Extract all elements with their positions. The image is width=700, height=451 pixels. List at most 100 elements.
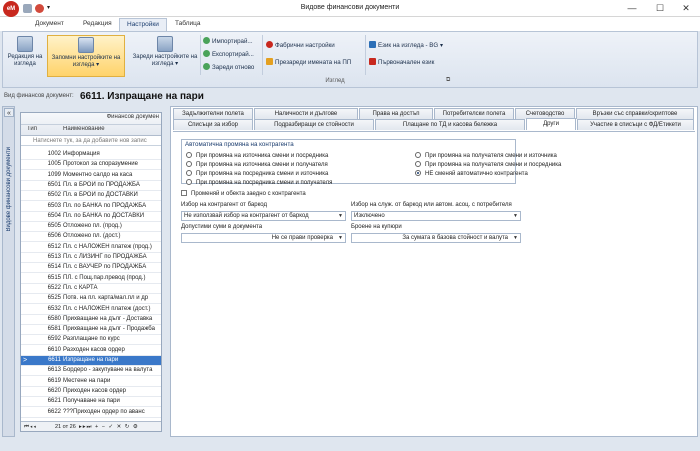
import-button[interactable]: Импортирай... [203,36,253,47]
chevron-down-icon[interactable]: ▼ [513,234,518,242]
edit-views-button[interactable]: Редакция на изгледа [6,35,44,77]
chevron-down-icon[interactable]: ▼ [338,234,343,242]
sums-select[interactable]: Не се прави проверка ▼ [181,233,346,243]
reload-label: Зареди отново [212,64,255,71]
close-button[interactable]: ✕ [672,0,700,17]
service-select[interactable]: Изключено ▼ [351,211,521,221]
row-type-cell: 6592 [47,336,61,343]
minimize-button[interactable]: — [618,0,646,17]
export-button[interactable]: Експортирай... [203,49,254,60]
tab-selection-lists[interactable]: Списъци за избор [173,119,253,130]
save-qat-icon[interactable] [23,4,32,13]
row-name-cell: Прихващане на дълг - Продажба [63,326,155,333]
view-language-dropdown[interactable]: Език на изгледа - BG ▾ [369,40,443,51]
table-row[interactable]: 6525 Потв. на пл. карта/мал.пл и др [21,294,161,305]
ribbon-tab-settings[interactable]: Настройки [119,18,167,31]
tab-list-participation[interactable]: Участие в списъци с ФД/Етикети [577,119,694,130]
ribbon-group-label: Изглед [325,78,345,84]
grid-header: Финансов докумен Тип Наименование [21,113,161,136]
table-row[interactable]: 6620 Приходен касов ордер [21,387,161,397]
tab-required-fields[interactable]: Задължителни полета [173,108,253,119]
save-view-settings-button[interactable]: Запомни настройките на изгледа ▾ [47,35,125,77]
chevron-down-icon[interactable]: ▼ [513,212,518,220]
table-row[interactable]: 1005 Протокол за споразумение [21,160,161,171]
tab-payment-receipt[interactable]: Плащане по ТД и касова бележка [375,119,525,130]
tab-reports-scripts[interactable]: Връзки със справки/скриптове [576,108,694,119]
radio-circle-selected[interactable] [415,170,421,176]
table-row[interactable]: 6613 Бордеро - закупуване на валута [21,366,161,377]
radio-circle[interactable] [186,161,192,167]
table-row[interactable]: 6532 Пл. с НАЛОЖЕН платеж (дост.) [21,305,161,315]
radio-no-auto-change[interactable]: НЕ сменяй автоматично контрагента [415,170,528,178]
radio-receiver-to-mediator[interactable]: При промяна на получателя смени и посред… [415,161,561,169]
initial-language-button[interactable]: Първоначален език [369,57,434,68]
row-name-cell: Разходен касов ордер [63,346,125,353]
tab-user-fields[interactable]: Потребителски полета [434,108,514,119]
table-row[interactable]: 1002 Информация [21,150,161,160]
table-row[interactable]: 6592 Разплащане по курс [21,335,161,346]
row-name-cell: Пл. с НАЛОЖЕН платеж (прод.) [63,243,152,250]
pager-first-prev-icons[interactable]: ⏮◂◂ [24,422,37,432]
radio-circle[interactable] [186,179,192,185]
barcode-select[interactable]: Не използвай избор на контрагент от барк… [181,211,346,221]
radio-source-to-mediator[interactable]: При промяна на източника смени и посредн… [186,152,328,160]
radio-mediator-to-receiver[interactable]: При промяна на посредника смени и получа… [186,179,332,187]
collapse-button[interactable]: « [4,108,14,117]
tab-default-values[interactable]: Подразбиращи се стойности [254,119,374,130]
name-column-header[interactable]: Наименование [63,126,105,132]
ribbon-tab-document[interactable]: Документ [28,18,71,31]
group-column-header[interactable]: Финансов докумен [83,114,161,120]
radio-label: При промяна на посредника смени и получа… [196,180,333,186]
close-doc-qat-icon[interactable] [35,4,44,13]
radio-circle[interactable] [186,170,192,176]
table-row[interactable]: 6622 ???Приходен ордер по аванс [21,408,161,418]
new-record-row[interactable]: Натиснете тук, за да добавите нов запис [21,136,161,146]
table-row[interactable]: 6610 Разходен касов ордер [21,346,161,356]
radio-mediator-to-source[interactable]: При промяна на посредника смени и източн… [186,170,328,178]
checkbox-box[interactable] [181,190,187,196]
radio-circle[interactable] [415,161,421,167]
qat-dropdown-icon[interactable]: ▾ [47,4,53,13]
table-row[interactable]: 6513 Пл. с ЛИЗИНГ по ПРОДАЖБА [21,253,161,263]
radio-circle[interactable] [415,152,421,158]
ribbon-tab-table[interactable]: Таблица [168,18,208,31]
tab-stock-and-debts[interactable]: Наличности и дългове [254,108,358,119]
table-row[interactable]: 6501 Пл. в БРОЙ по ПРОДАЖБА [21,181,161,191]
chevron-down-icon[interactable]: ▼ [338,212,343,220]
table-row[interactable]: >6611 Изпращане на пари [21,356,161,366]
table-row[interactable]: 6619 Местене на пари [21,377,161,387]
table-row[interactable]: 6504 Пл. по БАНКА по ДОСТАВКИ [21,212,161,222]
table-row[interactable]: 6505 Отложено пл. (прод.) [21,222,161,233]
pager-next-last-icons[interactable]: ▸▸⏭ + − ✓ ✕ ↻ ⚙ [79,422,139,432]
table-row[interactable]: 6502 Пл. в БРОЙ по ДОСТАВКИ [21,191,161,202]
radio-circle[interactable] [186,152,192,158]
change-object-checkbox[interactable]: Променяй и обекта заедно с контрагента [181,190,306,197]
table-row[interactable]: 6515 ПЛ. с Пощ.пар.превод (прод.) [21,274,161,284]
reload-button[interactable]: Зареди отново [203,62,254,73]
type-column-header[interactable]: Тип [27,126,37,132]
radio-receiver-to-source[interactable]: При промяна на получателя смени и източн… [415,152,557,160]
table-row[interactable]: 6580 Прихващане на дълг - Доставка [21,315,161,325]
app-logo[interactable]: eM [3,1,19,17]
navigation-strip-label[interactable]: Видове финансови документи [6,147,14,232]
table-row[interactable]: 6512 Пл. с НАЛОЖЕН платеж (прод.) [21,243,161,253]
row-name-cell: ПЛ. с Пощ.пар.превод (прод.) [63,274,146,281]
table-row[interactable]: 6506 Отложено пл. (дост.) [21,232,161,243]
table-row[interactable]: 6581 Прихващане на дълг - Продажба [21,325,161,336]
table-row[interactable]: 6621 Получаване на пари [21,397,161,408]
maximize-button[interactable]: ☐ [646,0,674,17]
ribbon-tab-edit[interactable]: Редакция [76,18,119,31]
table-row[interactable]: 1099 Моментно салдо на каса [21,171,161,181]
table-row[interactable]: 6514 Пл. с ВАУЧЕР по ПРОДАЖБА [21,263,161,274]
table-row[interactable]: 6503 Пл. по БАНКА по ПРОДАЖБА [21,202,161,212]
tab-other[interactable]: Други [526,118,576,130]
group-launcher-icon[interactable]: ⧉ [446,77,450,84]
table-row[interactable]: 6522 Пл. с КАРТА [21,284,161,294]
load-view-settings-button[interactable]: Зареди настройките на изгледа ▾ [130,35,200,77]
tab-access-rights[interactable]: Права на достъп [359,108,433,119]
coupons-select[interactable]: За сумата в базова стойност и валута ▼ [351,233,521,243]
radio-source-to-receiver[interactable]: При промяна на източника смени и получат… [186,161,328,169]
row-type-cell: 6501 [47,181,61,188]
reload-pp-names-button[interactable]: Презареди имената на ПП [266,57,351,68]
factory-settings-button[interactable]: Фабрични настройки [266,40,335,51]
